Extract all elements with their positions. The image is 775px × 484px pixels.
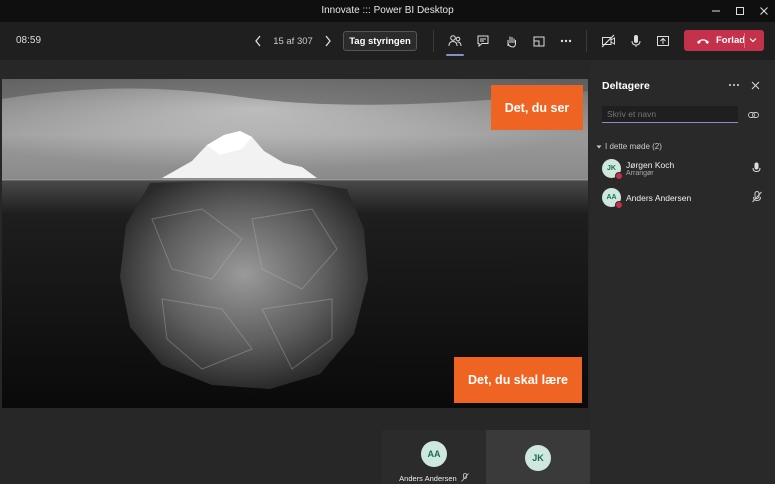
panel-title: Deltagere bbox=[602, 80, 650, 92]
title-bar: Innovate ::: Power BI Desktop bbox=[0, 0, 775, 22]
toolbar-divider bbox=[433, 30, 434, 52]
microphone-icon bbox=[631, 35, 641, 47]
slide-counter: 15 af 307 bbox=[273, 35, 313, 47]
share-invite-button[interactable] bbox=[746, 108, 760, 122]
video-tile-jorgen[interactable]: JK bbox=[486, 430, 590, 484]
participant-role: Arrangør bbox=[626, 170, 654, 177]
microphone-toggle-button[interactable] bbox=[626, 31, 646, 51]
status-indicator bbox=[615, 201, 623, 209]
share-screen-icon bbox=[657, 36, 669, 46]
microphone-muted-icon bbox=[752, 191, 762, 203]
more-actions-button[interactable] bbox=[556, 31, 576, 51]
take-control-button[interactable]: Tag styringen bbox=[343, 31, 417, 51]
panel-more-button[interactable] bbox=[726, 77, 742, 93]
avatar: AA bbox=[421, 441, 447, 467]
link-icon bbox=[747, 112, 759, 118]
chevron-down-icon[interactable] bbox=[748, 35, 758, 45]
leave-divider bbox=[744, 33, 745, 48]
next-slide-button[interactable] bbox=[320, 32, 336, 50]
people-icon bbox=[448, 35, 462, 47]
video-tile-anders[interactable]: AA Anders Andersen bbox=[382, 430, 486, 484]
close-window-button[interactable] bbox=[750, 0, 775, 22]
leave-label: Forlad bbox=[716, 35, 746, 46]
meeting-toolbar: 08:59 15 af 307 Tag styringen Forlad bbox=[0, 22, 775, 60]
microphone-muted-icon bbox=[461, 473, 469, 482]
chevron-left-icon bbox=[255, 35, 261, 47]
participant-anders[interactable]: AA Anders Andersen bbox=[602, 188, 767, 210]
previous-slide-button[interactable] bbox=[250, 32, 266, 50]
chevron-right-icon bbox=[325, 35, 331, 47]
callout-bottom: Det, du skal lære bbox=[454, 357, 582, 403]
panel-close-button[interactable] bbox=[747, 77, 763, 93]
window-title: Innovate ::: Power BI Desktop bbox=[321, 5, 454, 16]
microphone-icon bbox=[752, 162, 761, 173]
callout-top: Det, du ser bbox=[491, 85, 583, 130]
close-icon bbox=[760, 7, 768, 15]
more-options-icon bbox=[560, 39, 572, 43]
minimize-icon bbox=[712, 10, 720, 12]
raise-hand-icon bbox=[507, 36, 516, 48]
participant-jorgen[interactable]: JK Jørgen Koch Arrangør bbox=[602, 159, 767, 181]
search-input[interactable] bbox=[602, 106, 738, 123]
maximize-icon bbox=[736, 7, 744, 15]
slide-pager: 15 af 307 bbox=[250, 31, 336, 51]
tile-name-row: Anders Andersen bbox=[382, 473, 486, 483]
shared-slide: Det, du ser Det, du skal lære bbox=[2, 79, 588, 408]
chat-button[interactable] bbox=[473, 31, 493, 51]
in-meeting-section[interactable]: I dette møde (2) bbox=[596, 142, 662, 151]
close-icon bbox=[751, 81, 759, 89]
camera-toggle-button[interactable] bbox=[598, 31, 618, 51]
participant-name: Jørgen Koch bbox=[626, 160, 675, 170]
reactions-button[interactable] bbox=[501, 31, 521, 51]
toolbar-divider bbox=[586, 30, 587, 52]
more-options-icon bbox=[729, 84, 739, 86]
rooms-button[interactable] bbox=[529, 31, 549, 51]
breakout-rooms-icon bbox=[533, 36, 545, 47]
avatar: JK bbox=[525, 445, 551, 471]
share-tray-button[interactable] bbox=[653, 31, 673, 51]
phone-hangup-icon bbox=[697, 38, 709, 44]
status-indicator bbox=[615, 172, 623, 180]
participant-name: Anders Andersen bbox=[626, 193, 692, 203]
participants-panel: Deltagere I dette møde (2) JK Jørgen Koc… bbox=[590, 60, 775, 484]
leave-button[interactable]: Forlad bbox=[684, 30, 764, 51]
participants-button[interactable] bbox=[445, 31, 465, 56]
chevron-down-icon bbox=[596, 145, 602, 148]
chat-icon bbox=[477, 35, 489, 48]
section-label: I dette møde (2) bbox=[605, 142, 662, 151]
tile-name: Anders Andersen bbox=[399, 474, 457, 483]
camera-off-icon bbox=[601, 34, 615, 48]
meeting-timer: 08:59 bbox=[16, 35, 42, 46]
